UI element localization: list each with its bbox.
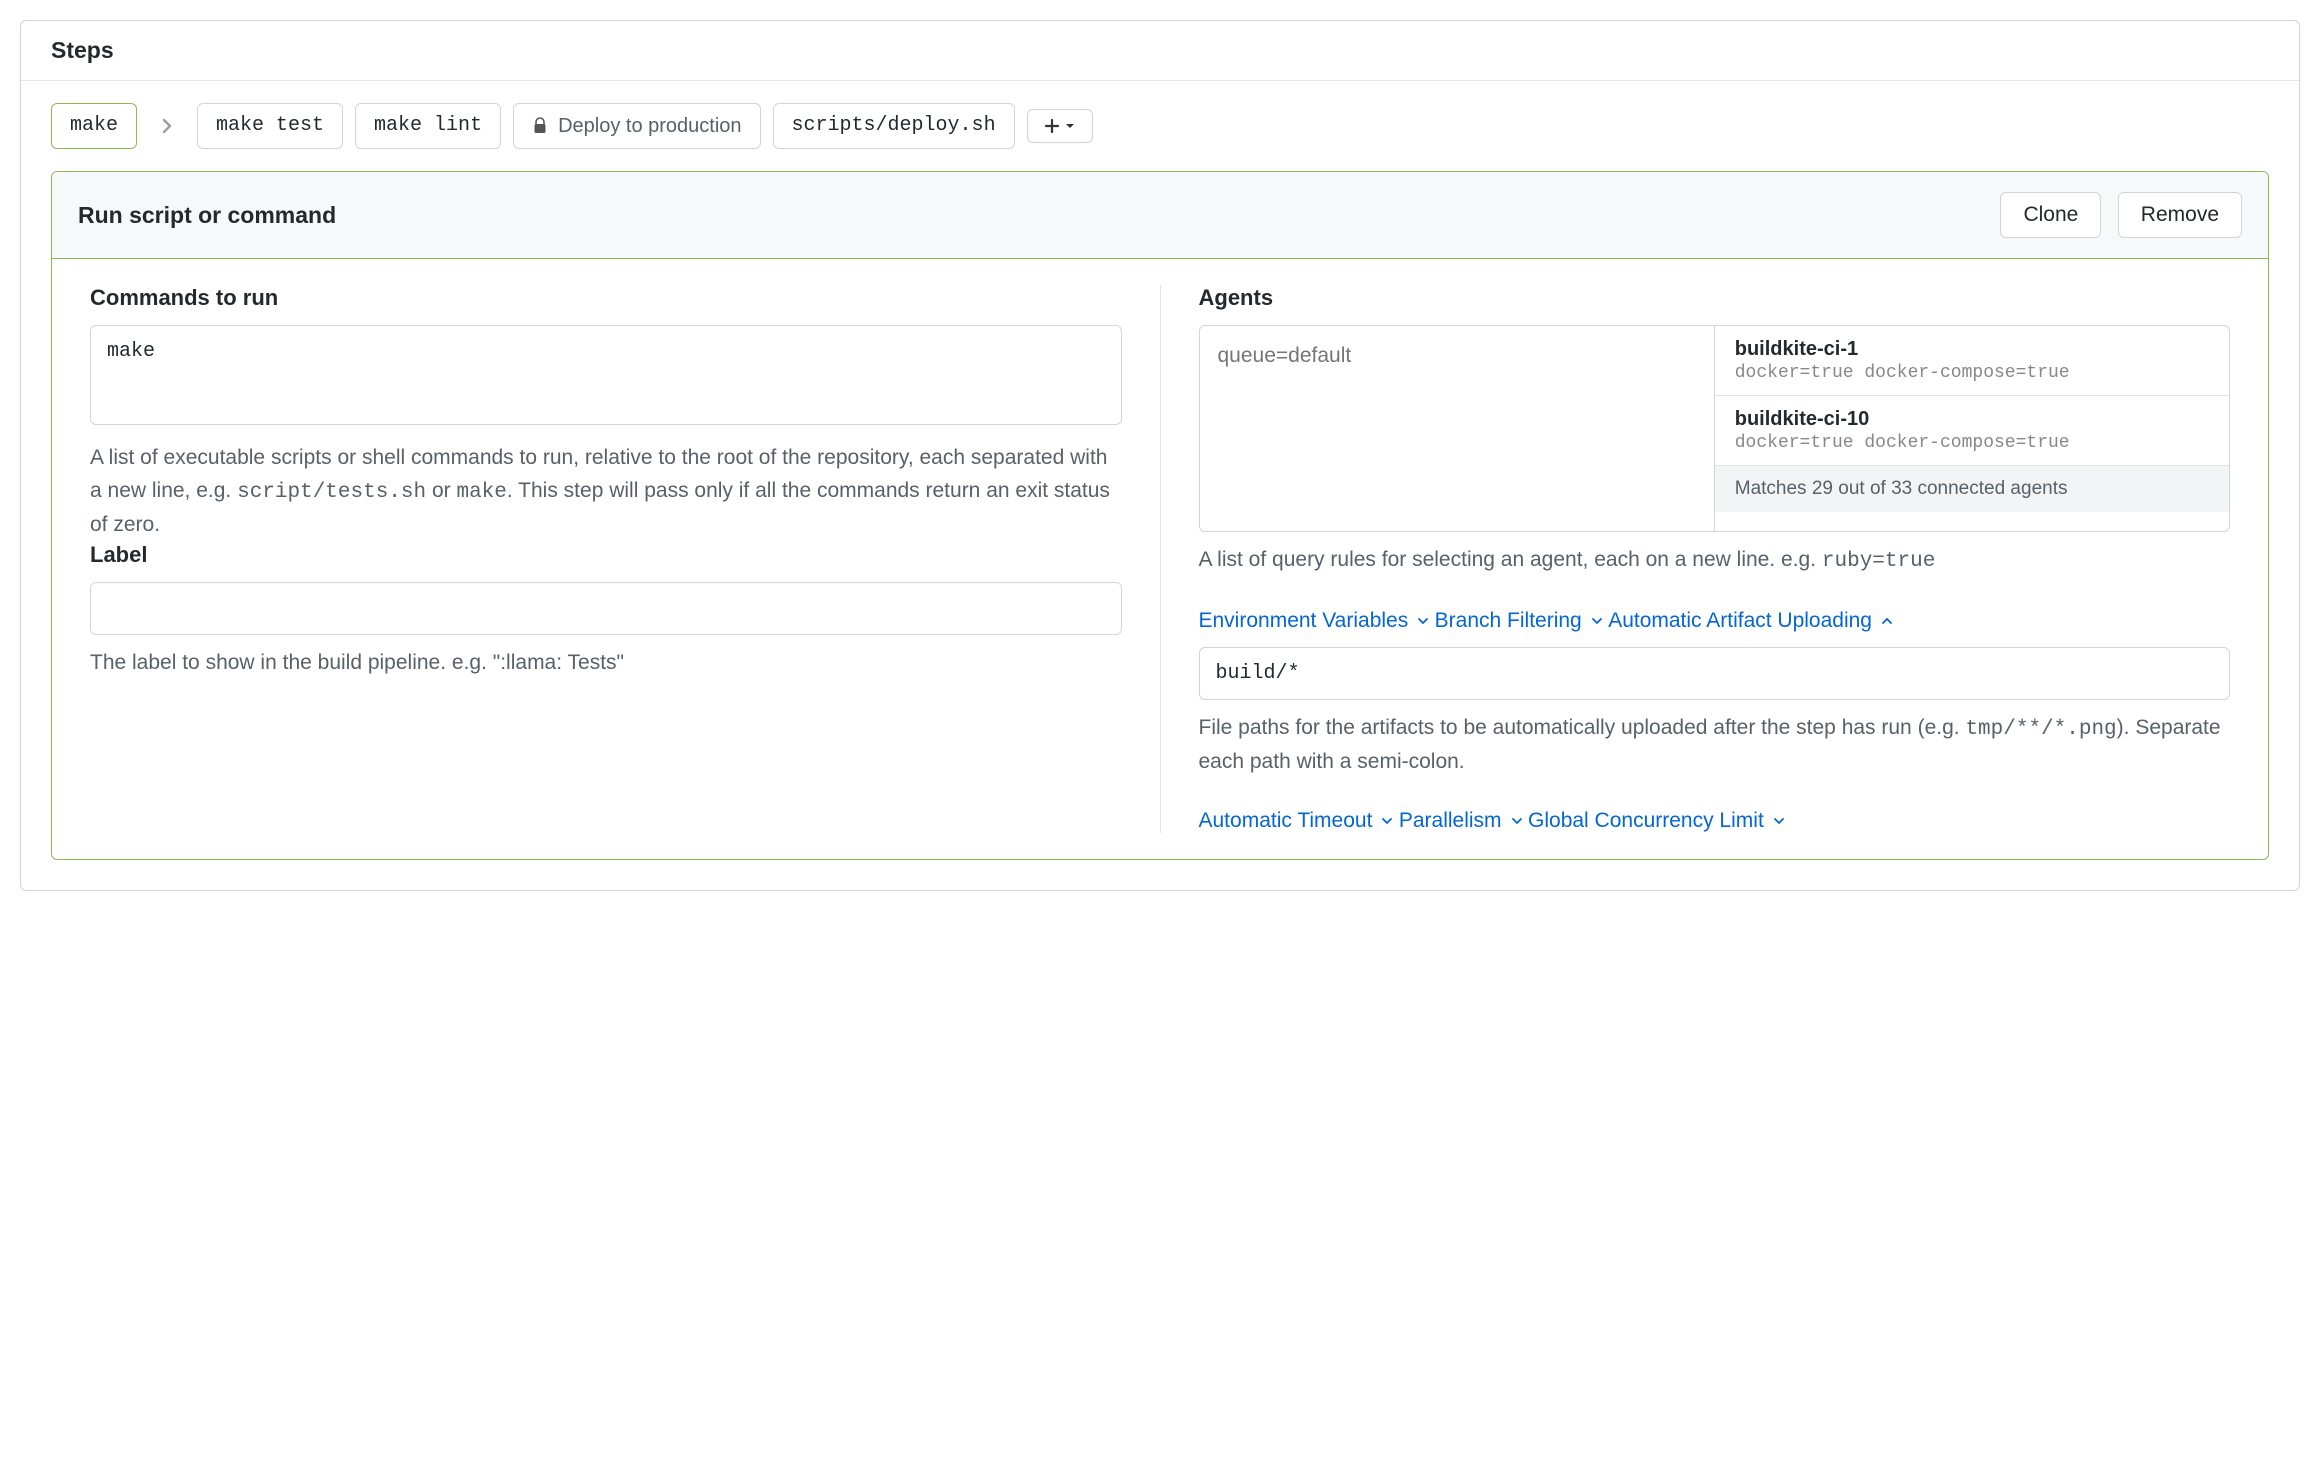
step-editor: Run script or command Clone Remove Comma… bbox=[51, 171, 2269, 860]
label-input[interactable] bbox=[90, 582, 1122, 635]
step-tab-label: Deploy to production bbox=[558, 114, 741, 138]
step-tab-deploy-to-production[interactable]: Deploy to production bbox=[513, 103, 760, 149]
step-tab-label: make lint bbox=[374, 114, 482, 138]
chevron-right-icon bbox=[149, 118, 185, 134]
commands-input[interactable] bbox=[90, 325, 1122, 425]
chevron-down-icon bbox=[1416, 614, 1430, 628]
agents-match-summary: Matches 29 out of 33 connected agents bbox=[1715, 466, 2229, 512]
artifact-help: File paths for the artifacts to be autom… bbox=[1199, 712, 2231, 779]
branch-filtering-toggle[interactable]: Branch Filtering bbox=[1435, 609, 1604, 633]
clone-button[interactable]: Clone bbox=[2000, 192, 2101, 238]
agents-help: A list of query rules for selecting an a… bbox=[1199, 544, 2231, 579]
pipeline-step-tabs: make make test make lint Deploy to produ… bbox=[21, 81, 2299, 171]
step-tab-make[interactable]: make bbox=[51, 103, 137, 149]
caret-down-icon bbox=[1064, 120, 1076, 132]
step-tab-make-test[interactable]: make test bbox=[197, 103, 343, 149]
step-editor-title: Run script or command bbox=[78, 202, 336, 229]
step-editor-actions: Clone Remove bbox=[2000, 192, 2242, 238]
steps-panel: Steps make make test make lint Deploy to… bbox=[20, 20, 2300, 891]
commands-help: A list of executable scripts or shell co… bbox=[90, 442, 1122, 542]
label-heading: Label bbox=[90, 542, 1122, 568]
artifact-upload-toggle[interactable]: Automatic Artifact Uploading bbox=[1608, 609, 1894, 633]
step-editor-right-column: Agents buildkite-ci-1 docker=true docker… bbox=[1160, 285, 2243, 833]
commands-heading: Commands to run bbox=[90, 285, 1122, 311]
lock-icon bbox=[532, 117, 548, 135]
global-concurrency-toggle[interactable]: Global Concurrency Limit bbox=[1528, 809, 1786, 833]
agents-panel: buildkite-ci-1 docker=true docker-compos… bbox=[1199, 325, 2231, 532]
chevron-down-icon bbox=[1510, 814, 1524, 828]
chevron-down-icon bbox=[1380, 814, 1394, 828]
label-help: The label to show in the build pipeline.… bbox=[90, 647, 1122, 680]
agents-query-input[interactable] bbox=[1200, 326, 1714, 526]
automatic-timeout-toggle[interactable]: Automatic Timeout bbox=[1199, 809, 1395, 833]
step-editor-header: Run script or command Clone Remove bbox=[52, 172, 2268, 259]
agents-match-list: buildkite-ci-1 docker=true docker-compos… bbox=[1715, 326, 2229, 531]
agent-list-item[interactable]: buildkite-ci-1 docker=true docker-compos… bbox=[1715, 326, 2229, 396]
panel-title: Steps bbox=[21, 21, 2299, 81]
agents-heading: Agents bbox=[1199, 285, 2231, 311]
chevron-up-icon bbox=[1880, 614, 1894, 628]
step-tab-label: scripts/deploy.sh bbox=[792, 114, 996, 138]
artifact-paths-input[interactable] bbox=[1199, 647, 2231, 700]
step-tab-label: make bbox=[70, 114, 118, 138]
parallelism-toggle[interactable]: Parallelism bbox=[1399, 809, 1524, 833]
remove-button[interactable]: Remove bbox=[2118, 192, 2242, 238]
env-vars-toggle[interactable]: Environment Variables bbox=[1199, 609, 1431, 633]
step-tab-deploy-script[interactable]: scripts/deploy.sh bbox=[773, 103, 1015, 149]
step-tab-make-lint[interactable]: make lint bbox=[355, 103, 501, 149]
chevron-down-icon bbox=[1590, 614, 1604, 628]
step-tab-label: make test bbox=[216, 114, 324, 138]
step-editor-left-column: Commands to run A list of executable scr… bbox=[78, 285, 1160, 833]
add-step-button[interactable] bbox=[1027, 109, 1093, 143]
agent-list-item[interactable]: buildkite-ci-10 docker=true docker-compo… bbox=[1715, 396, 2229, 466]
plus-icon bbox=[1044, 118, 1060, 134]
chevron-down-icon bbox=[1772, 814, 1786, 828]
